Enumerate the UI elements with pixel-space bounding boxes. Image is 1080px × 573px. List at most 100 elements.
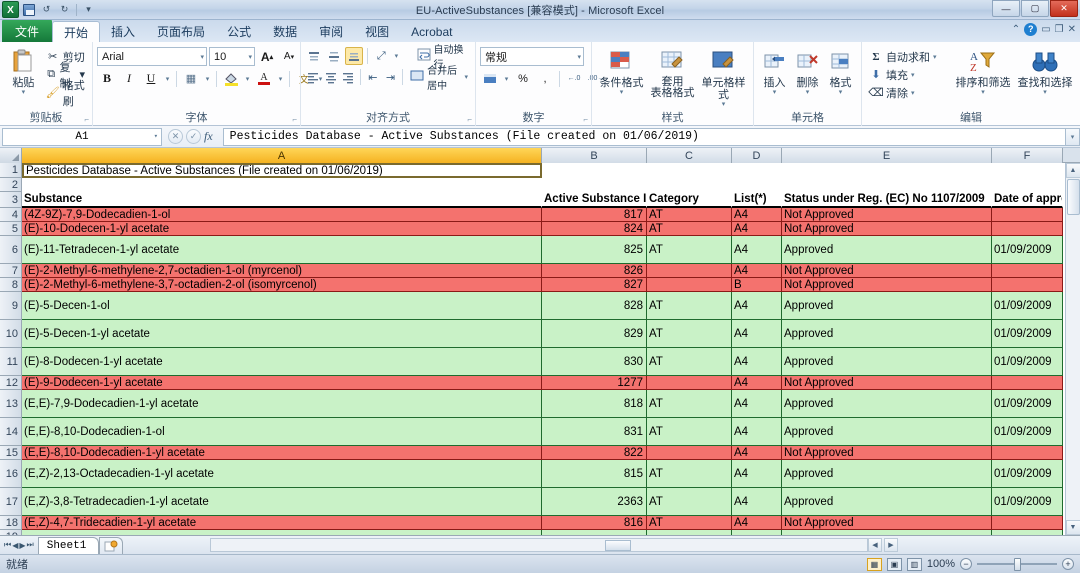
accounting-dropdown-icon[interactable]: ▾ bbox=[502, 69, 511, 88]
table-header-row[interactable]: 3SubstanceActive Substance IdCategoryLis… bbox=[0, 192, 1080, 208]
first-sheet-icon[interactable]: ⏮ bbox=[4, 540, 11, 550]
row-header-8[interactable]: 8 bbox=[0, 278, 22, 292]
cell-category[interactable]: AT bbox=[647, 488, 732, 516]
font-name-combo[interactable]: Arial ▾ bbox=[97, 47, 207, 66]
autosum-button[interactable]: Σ 自动求和 ▾ bbox=[866, 48, 952, 65]
cell-category[interactable]: AT bbox=[647, 208, 732, 222]
tab-page-layout[interactable]: 页面布局 bbox=[146, 21, 216, 42]
cell-status[interactable]: Approved bbox=[782, 236, 992, 264]
maximize-button[interactable]: ▢ bbox=[1021, 0, 1049, 17]
empty-row[interactable]: 1Pesticides Database - Active Substances… bbox=[0, 163, 1080, 178]
comma-format-button[interactable]: , bbox=[535, 69, 555, 88]
table-row[interactable]: 17(E,Z)-3,8-Tetradecadien-1-yl acetate23… bbox=[0, 488, 1080, 516]
cell-status[interactable]: Not Approved bbox=[782, 446, 992, 460]
table-row[interactable]: 14(E,E)-8,10-Dodecadien-1-ol831ATA4Appro… bbox=[0, 418, 1080, 446]
cell-date-of-approval[interactable] bbox=[992, 222, 1063, 236]
cell-active-substance-id[interactable]: 829 bbox=[542, 320, 647, 348]
vertical-scroll-thumb[interactable] bbox=[1067, 179, 1080, 215]
orientation-dropdown-icon[interactable]: ▾ bbox=[392, 47, 400, 65]
cell-substance[interactable]: (E)-2-Methyl-6-methylene-2,7-octadien-1-… bbox=[22, 264, 542, 278]
row-header-10[interactable]: 10 bbox=[0, 320, 22, 348]
cell-blank[interactable] bbox=[992, 163, 1063, 178]
table-row[interactable]: 7(E)-2-Methyl-6-methylene-2,7-octadien-1… bbox=[0, 264, 1080, 278]
row-header-11[interactable]: 11 bbox=[0, 348, 22, 376]
cell-date-of-approval[interactable] bbox=[992, 278, 1063, 292]
conditional-formatting-button[interactable]: 条件格式 ▾ bbox=[596, 47, 647, 97]
increase-decimal-button[interactable]: ←.0 bbox=[564, 69, 584, 88]
number-format-combo[interactable]: 常规 ▾ bbox=[480, 47, 584, 66]
align-right-button[interactable] bbox=[340, 68, 356, 86]
name-box-dropdown-icon[interactable]: ▾ bbox=[154, 132, 158, 141]
row-header-13[interactable]: 13 bbox=[0, 390, 22, 418]
row-header-3[interactable]: 3 bbox=[0, 192, 22, 208]
minimize-ribbon-icon[interactable]: ⌃ bbox=[1012, 24, 1020, 35]
cell-substance[interactable]: (E,Z)-4,7-Tridecadien-1-yl acetate bbox=[22, 516, 542, 530]
format-cells-dropdown-icon[interactable]: ▾ bbox=[839, 89, 843, 97]
merge-center-button[interactable]: 合并后居中 ▾ bbox=[407, 68, 471, 86]
cell-blank[interactable] bbox=[647, 178, 732, 192]
merge-dropdown-icon[interactable]: ▾ bbox=[464, 73, 468, 81]
column-header-a[interactable]: A bbox=[22, 148, 542, 163]
sort-filter-dropdown-icon[interactable]: ▾ bbox=[981, 89, 985, 97]
insert-cells-dropdown-icon[interactable]: ▾ bbox=[773, 89, 777, 97]
table-row[interactable]: 5(E)-10-Dodecen-1-yl acetate824ATA4Not A… bbox=[0, 222, 1080, 236]
row-header-5[interactable]: 5 bbox=[0, 222, 22, 236]
font-color-button[interactable]: A bbox=[254, 69, 274, 88]
align-left-button[interactable] bbox=[305, 68, 321, 86]
column-header-e[interactable]: E bbox=[782, 148, 992, 163]
expand-formula-bar-icon[interactable]: ▾ bbox=[1065, 128, 1080, 146]
cell-category[interactable] bbox=[647, 376, 732, 390]
zoom-in-button[interactable]: + bbox=[1062, 558, 1074, 570]
cell-category[interactable] bbox=[647, 446, 732, 460]
cell-status[interactable]: Not Approved bbox=[782, 222, 992, 236]
cell-substance[interactable]: (4Z-9Z)-7,9-Dodecadien-1-ol bbox=[22, 208, 542, 222]
cell-list[interactable]: A4 bbox=[732, 236, 782, 264]
cell-blank[interactable] bbox=[992, 178, 1063, 192]
cell-status[interactable]: Not Approved bbox=[782, 264, 992, 278]
horizontal-scroll-thumb[interactable] bbox=[605, 540, 631, 551]
orientation-button[interactable]: ⤢ bbox=[372, 47, 390, 65]
row-header-4[interactable]: 4 bbox=[0, 208, 22, 222]
row-header-9[interactable]: 9 bbox=[0, 292, 22, 320]
find-select-button[interactable]: 查找和选择 ▾ bbox=[1014, 47, 1076, 97]
column-header-c[interactable]: C bbox=[647, 148, 732, 163]
column-header-d[interactable]: D bbox=[732, 148, 782, 163]
tab-data[interactable]: 数据 bbox=[262, 21, 308, 42]
cell-date-of-approval[interactable] bbox=[992, 446, 1063, 460]
cancel-formula-icon[interactable]: ✕ bbox=[168, 129, 183, 144]
close-button[interactable]: ✕ bbox=[1050, 0, 1078, 17]
cell-list[interactable]: A4 bbox=[732, 222, 782, 236]
scroll-down-icon[interactable]: ▼ bbox=[1066, 520, 1080, 535]
cell-blank[interactable] bbox=[542, 178, 647, 192]
cell-substance[interactable]: (E,E)-8,10-Dodecadien-1-yl acetate bbox=[22, 446, 542, 460]
format-painter-button[interactable]: 🖌 格式刷 bbox=[43, 84, 88, 101]
cell-date-of-approval[interactable]: 01/09/2009 bbox=[992, 390, 1063, 418]
cell-substance[interactable]: (E)-5-Decen-1-yl acetate bbox=[22, 320, 542, 348]
last-sheet-icon[interactable]: ⏭ bbox=[27, 540, 34, 550]
cell-list[interactable]: A4 bbox=[732, 264, 782, 278]
font-dialog-launcher-icon[interactable]: ⌐ bbox=[292, 115, 297, 124]
row-header-6[interactable]: 6 bbox=[0, 236, 22, 264]
align-center-button[interactable] bbox=[323, 68, 339, 86]
alignment-dialog-launcher-icon[interactable]: ⌐ bbox=[467, 115, 472, 124]
zoom-slider[interactable] bbox=[977, 558, 1057, 571]
fill-dropdown-icon[interactable]: ▾ bbox=[911, 71, 915, 79]
row-header-15[interactable]: 15 bbox=[0, 446, 22, 460]
column-header-f[interactable]: F bbox=[992, 148, 1063, 163]
header-cell-substance[interactable]: Substance bbox=[22, 192, 542, 208]
cell-list[interactable]: A4 bbox=[732, 488, 782, 516]
table-row[interactable]: 8(E)-2-Methyl-6-methylene-3,7-octadien-2… bbox=[0, 278, 1080, 292]
table-row[interactable]: 13(E,E)-7,9-Dodecadien-1-yl acetate818AT… bbox=[0, 390, 1080, 418]
formula-input[interactable]: Pesticides Database - Active Substances … bbox=[223, 128, 1065, 146]
cell-active-substance-id[interactable]: 828 bbox=[542, 292, 647, 320]
table-row[interactable]: 9(E)-5-Decen-1-ol828ATA4Approved01/09/20… bbox=[0, 292, 1080, 320]
cell-blank[interactable] bbox=[647, 163, 732, 178]
decrease-indent-button[interactable]: ⇤ bbox=[365, 68, 381, 86]
cell-date-of-approval[interactable] bbox=[992, 208, 1063, 222]
sort-filter-button[interactable]: A Z 排序和筛选 ▾ bbox=[952, 47, 1014, 97]
header-cell-category[interactable]: Category bbox=[647, 192, 732, 208]
cell-category[interactable]: AT bbox=[647, 222, 732, 236]
table-row[interactable]: 10(E)-5-Decen-1-yl acetate829ATA4Approve… bbox=[0, 320, 1080, 348]
tab-view[interactable]: 视图 bbox=[354, 21, 400, 42]
align-top-button[interactable] bbox=[305, 47, 323, 65]
